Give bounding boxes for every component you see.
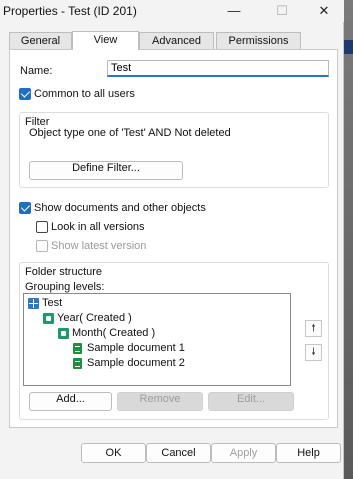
tree-item-label: Sample document 1 — [87, 342, 185, 354]
tab-advanced[interactable]: Advanced — [139, 32, 214, 50]
remove-label: Remove — [139, 393, 181, 405]
name-label: Name: — [20, 65, 53, 77]
folder-structure-title: Folder structure — [25, 266, 103, 278]
arrow-down-icon: 🠗 — [311, 347, 316, 358]
look-in-all-versions-label: Look in all versions — [51, 221, 145, 233]
define-filter-button[interactable]: Define Filter... — [29, 161, 183, 180]
tree-item-label: Month( Created ) — [72, 327, 156, 339]
add-label: Add... — [56, 393, 85, 405]
help-label: Help — [297, 447, 320, 459]
help-button[interactable]: Help — [276, 443, 341, 463]
edit-button: Edit... — [208, 392, 294, 411]
folder-icon — [43, 313, 54, 324]
cancel-label: Cancel — [161, 447, 196, 459]
folder-icon — [58, 328, 69, 339]
name-input[interactable] — [107, 60, 329, 77]
tree-item-label: Test — [42, 297, 63, 309]
background-window-accent — [344, 40, 353, 54]
tab-view[interactable]: View — [72, 31, 139, 50]
tab-general[interactable]: General — [9, 32, 72, 50]
properties-dialog: Properties - Test (ID 201) — ☐ ✕ General… — [0, 0, 344, 479]
edit-label: Edit... — [236, 393, 266, 405]
document-icon — [73, 343, 82, 354]
remove-button: Remove — [117, 392, 203, 411]
common-to-all-users-checkbox[interactable] — [19, 88, 31, 100]
ok-button[interactable]: OK — [81, 443, 146, 463]
title-bar: Properties - Test (ID 201) — ☐ ✕ — [0, 0, 344, 22]
window-title: Properties - Test (ID 201) — [3, 4, 137, 18]
view-grid-icon — [28, 298, 39, 309]
move-up-button[interactable]: 🠕 — [305, 320, 322, 337]
minimize-icon[interactable]: — — [212, 0, 256, 22]
close-icon[interactable]: ✕ — [302, 0, 346, 22]
tab-permissions[interactable]: Permissions — [216, 32, 301, 50]
move-down-button[interactable]: 🠗 — [305, 344, 322, 361]
tree-item-label: Sample document 2 — [87, 357, 185, 369]
apply-label: Apply — [229, 447, 258, 459]
maximize-icon: ☐ — [276, 3, 288, 18]
apply-button: Apply — [211, 443, 276, 463]
background-window-edge — [344, 0, 353, 479]
show-latest-version-label: Show latest version — [51, 240, 147, 252]
arrow-up-icon: 🠕 — [311, 323, 316, 334]
cancel-button[interactable]: Cancel — [146, 443, 211, 463]
tree-item-label: Year( Created ) — [57, 312, 132, 324]
look-in-all-versions-checkbox[interactable] — [36, 221, 48, 233]
filter-description: Object type one of 'Test' AND Not delete… — [29, 127, 231, 139]
define-filter-label: Define Filter... — [72, 162, 140, 174]
show-documents-label: Show documents and other objects — [34, 202, 206, 214]
grouping-levels-label: Grouping levels: — [25, 281, 105, 293]
show-latest-version-checkbox — [36, 240, 48, 252]
document-icon — [73, 358, 82, 369]
grouping-levels-tree[interactable]: Test Year( Created ) Month( Created ) Sa… — [23, 293, 291, 386]
filter-group: Filter Object type one of 'Test' AND Not… — [19, 112, 329, 188]
show-documents-checkbox[interactable] — [19, 202, 31, 214]
add-button[interactable]: Add... — [29, 392, 112, 411]
common-to-all-users-label: Common to all users — [34, 88, 135, 100]
ok-label: OK — [105, 447, 122, 459]
